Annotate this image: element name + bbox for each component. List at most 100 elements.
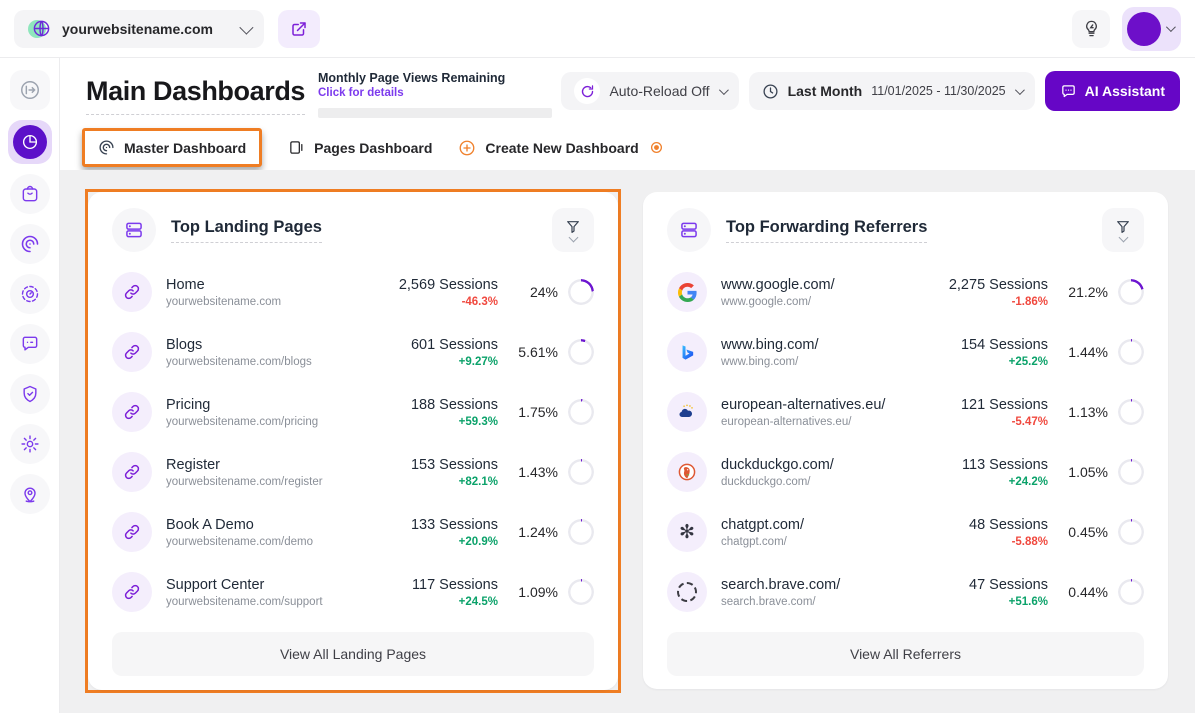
open-website-button[interactable] — [278, 10, 320, 48]
percent-value: 0.45% — [1068, 524, 1108, 540]
sidebar-item-behaviour[interactable] — [10, 224, 50, 264]
row-url: european-alternatives.eu/ — [721, 416, 885, 428]
percent-value: 1.09% — [518, 584, 558, 600]
table-row[interactable]: Book A Demoyourwebsitename.com/demo133 S… — [112, 502, 594, 562]
donut-chart — [568, 339, 594, 365]
row-icon — [112, 332, 152, 372]
sidebar-item-settings[interactable] — [10, 424, 50, 464]
view-all-referrers-button[interactable]: View All Referrers — [667, 632, 1144, 676]
row-url: search.brave.com/ — [721, 596, 840, 608]
sessions-value: 188 Sessions — [368, 397, 498, 413]
ai-assistant-button[interactable]: AI Assistant — [1045, 71, 1180, 111]
table-row[interactable]: Blogsyourwebsitename.com/blogs601 Sessio… — [112, 322, 594, 382]
donut-chart — [1118, 399, 1144, 425]
table-row[interactable]: ✻chatgpt.com/chatgpt.com/48 Sessions-5.8… — [667, 502, 1144, 562]
sessions-value: 2,569 Sessions — [368, 277, 498, 293]
sessions-value: 113 Sessions — [918, 457, 1048, 473]
tab-master-dashboard[interactable]: Master Dashboard — [82, 128, 262, 167]
sessions-change: +20.9% — [368, 536, 498, 548]
row-icon — [667, 452, 707, 492]
account-menu[interactable] — [1122, 7, 1181, 51]
website-globe-icon — [28, 17, 52, 41]
refresh-icon — [574, 78, 600, 104]
sidebar-item-dashboards[interactable] — [8, 120, 52, 164]
donut-chart — [1118, 519, 1144, 545]
row-url: yourwebsitename.com/demo — [166, 536, 313, 548]
row-name: Support Center — [166, 577, 323, 593]
row-url: yourwebsitename.com/register — [166, 476, 323, 488]
row-icon — [667, 572, 707, 612]
row-url: yourwebsitename.com — [166, 296, 281, 308]
tips-button[interactable] — [1072, 10, 1110, 48]
row-url: yourwebsitename.com/support — [166, 596, 323, 608]
sidebar-toggle-icon[interactable] — [10, 70, 50, 110]
row-icon — [112, 512, 152, 552]
sessions-change: +24.5% — [368, 596, 498, 608]
row-icon — [667, 272, 707, 312]
website-name: yourwebsitename.com — [62, 21, 230, 37]
table-row[interactable]: Pricingyourwebsitename.com/pricing188 Se… — [112, 382, 594, 442]
percent-value: 21.2% — [1068, 284, 1108, 300]
view-all-landing-pages-button[interactable]: View All Landing Pages — [112, 632, 594, 676]
sidebar-item-session-recordings[interactable] — [10, 274, 50, 314]
top-landing-pages-card: Top Landing Pages Home yourwebsitename.co… — [88, 192, 618, 690]
sidebar-item-privacy[interactable] — [10, 374, 50, 414]
link-icon — [123, 463, 141, 481]
ai-chat-icon — [1060, 83, 1077, 100]
target-dot-icon — [650, 141, 663, 154]
percent-value: 1.75% — [518, 404, 558, 420]
table-row[interactable]: duckduckgo.com/duckduckgo.com/113 Sessio… — [667, 442, 1144, 502]
row-icon — [112, 272, 152, 312]
donut-chart — [568, 279, 594, 305]
card-title: Top Landing Pages — [171, 218, 322, 243]
table-row[interactable]: Registeryourwebsitename.com/register153 … — [112, 442, 594, 502]
sessions-change: +59.3% — [368, 416, 498, 428]
table-row[interactable]: Support Center yourwebsitename.com/suppor… — [112, 562, 594, 622]
widget-icon — [112, 208, 156, 252]
table-row[interactable]: Homeyourwebsitename.com2,569 Sessions-46… — [112, 262, 594, 322]
sessions-value: 48 Sessions — [918, 517, 1048, 533]
shield-check-icon — [20, 384, 40, 404]
auto-reload-dropdown[interactable]: Auto-Reload Off — [561, 72, 738, 110]
sessions-change: +51.6% — [918, 596, 1048, 608]
pie-chart-icon — [13, 125, 47, 159]
filter-button[interactable] — [1102, 208, 1144, 252]
table-row[interactable]: www.bing.com/www.bing.com/154 Sessions+2… — [667, 322, 1144, 382]
table-row[interactable]: european-alternatives.eu/european-altern… — [667, 382, 1144, 442]
ai-assistant-label: AI Assistant — [1085, 83, 1165, 99]
dashboard-tabs: Master Dashboard Pages Dashboard Create … — [82, 128, 663, 167]
chevron-down-icon — [1015, 85, 1025, 95]
gear-icon — [20, 434, 40, 454]
create-new-dashboard-button[interactable]: Create New Dashboard — [458, 139, 662, 157]
click-for-details-link[interactable]: Click for details — [318, 87, 552, 99]
percent-value: 5.61% — [518, 344, 558, 360]
lightbulb-icon — [1082, 19, 1101, 38]
percent-value: 1.44% — [1068, 344, 1108, 360]
row-name: www.google.com/ — [721, 277, 835, 293]
filter-button[interactable] — [552, 208, 594, 252]
link-icon — [123, 283, 141, 301]
sessions-value: 117 Sessions — [368, 577, 498, 593]
auto-reload-label: Auto-Reload Off — [609, 83, 709, 99]
top-bar: yourwebsitename.com — [0, 0, 1195, 58]
row-name: search.brave.com/ — [721, 577, 840, 593]
bag-icon — [20, 184, 40, 204]
sessions-value: 601 Sessions — [368, 337, 498, 353]
row-name: duckduckgo.com/ — [721, 457, 834, 473]
avatar — [1127, 12, 1161, 46]
sidebar-item-visitor-location[interactable] — [10, 474, 50, 514]
page-views-remaining: Monthly Page Views Remaining Click for d… — [318, 71, 552, 118]
date-range-picker[interactable]: Last Month 11/01/2025 - 11/30/2025 — [749, 72, 1035, 110]
spiral-icon — [20, 234, 40, 254]
sidebar-item-ecommerce[interactable] — [10, 174, 50, 214]
top-forwarding-referrers-card: Top Forwarding Referrers www.google.com/… — [643, 192, 1168, 689]
row-url: www.google.com/ — [721, 296, 835, 308]
row-icon — [112, 392, 152, 432]
tab-pages-dashboard[interactable]: Pages Dashboard — [288, 139, 432, 156]
row-name: Home — [166, 277, 281, 293]
donut-chart — [1118, 579, 1144, 605]
sidebar-item-feedback[interactable] — [10, 324, 50, 364]
website-selector[interactable]: yourwebsitename.com — [14, 10, 264, 48]
table-row[interactable]: search.brave.com/search.brave.com/47 Ses… — [667, 562, 1144, 622]
table-row[interactable]: www.google.com/www.google.com/2,275 Sess… — [667, 262, 1144, 322]
